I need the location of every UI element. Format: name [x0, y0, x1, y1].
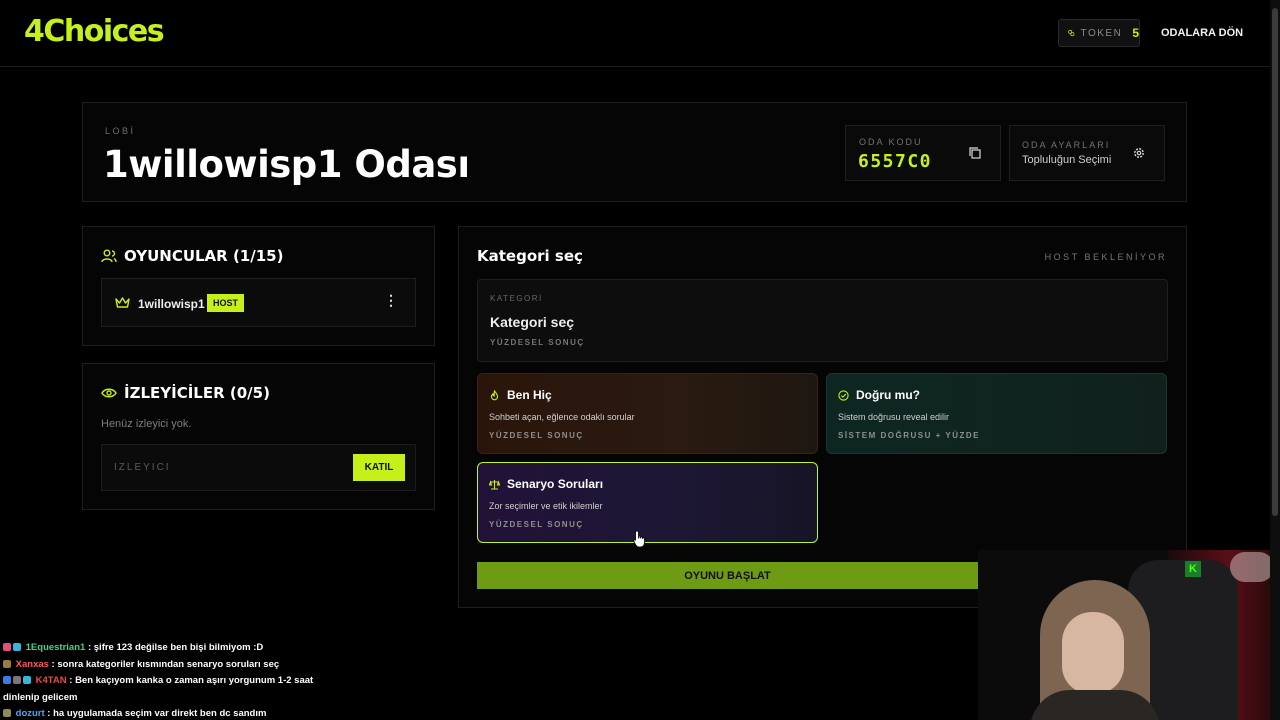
scales-icon	[489, 479, 500, 490]
streamer-face	[1062, 612, 1124, 694]
watcher-name-input[interactable]	[102, 445, 342, 490]
room-code-label: ODA KODU	[859, 137, 923, 147]
top-navbar: 4Choices TOKEN 5 ODALARA DÖN	[0, 0, 1270, 67]
token-label: TOKEN	[1080, 27, 1123, 39]
lobby-header: LOBİ 1willowisp1 Odası ODA KODU 6557C0 O…	[82, 102, 1187, 202]
option-tag: YÜZDESEL SONUÇ	[489, 431, 584, 440]
player-row[interactable]: 1willowisp1 HOST ⋮	[101, 278, 416, 327]
room-code-value: 6557C0	[858, 151, 933, 172]
option-description: Sohbeti açan, eğlence odaklı sorular	[489, 412, 635, 422]
chat-message: Xanxas : sonra kategoriler kısmından sen…	[3, 657, 343, 674]
room-code-box: ODA KODU 6557C0	[845, 125, 1001, 181]
selected-category-sub: YÜZDESEL SONUÇ	[490, 338, 585, 347]
chat-text: sonra kategoriler kısmından senaryo soru…	[57, 658, 280, 670]
chat-badge-icon	[13, 676, 21, 684]
players-title: OYUNCULAR (1/15)	[101, 247, 283, 265]
chat-badge-icon	[3, 709, 11, 717]
chat-message: K4TAN : Ben kaçıyom kanka o zaman aşırı …	[3, 675, 314, 703]
option-description: Zor seçimler ve etik ikilemler	[489, 501, 603, 511]
app-logo[interactable]: 4Choices	[24, 14, 165, 49]
chat-message: 1Equestrian1 : şifre 123 değilse ben biş…	[3, 640, 343, 657]
category-option-senaryo-sorulari[interactable]: Senaryo Soruları Zor seçimler ve etik ik…	[477, 462, 818, 543]
selected-category-label: KATEGORİ	[490, 294, 543, 303]
category-option-dogru-mu[interactable]: Doğru mu? Sistem doğrusu reveal edilir S…	[826, 373, 1167, 454]
join-button[interactable]: KATIL	[353, 454, 405, 481]
check-circle-icon	[838, 389, 849, 401]
chat-badge-icon	[13, 643, 21, 651]
eye-icon	[101, 388, 117, 398]
chat-username: K4TAN	[35, 675, 67, 686]
scrollbar-thumb[interactable]	[1272, 8, 1278, 516]
chat-username: Xanxas	[15, 658, 49, 670]
chat-username: dozurt	[15, 708, 45, 719]
host-badge: HOST	[207, 294, 245, 312]
chat-text: ha uygulamada seçim var direkt ben dc sa…	[53, 708, 267, 719]
chat-badge-icon	[3, 643, 11, 651]
start-game-button[interactable]: OYUNU BAŞLAT	[477, 562, 978, 589]
stream-chat-overlay: 1Equestrian1 : şifre 123 değilse ben biş…	[3, 640, 343, 720]
users-icon	[101, 249, 117, 263]
option-title: Doğru mu?	[856, 388, 920, 402]
player-name: 1willowisp1	[138, 297, 205, 311]
selected-category-value: Kategori seç	[490, 314, 575, 330]
hand-cursor-icon	[633, 530, 645, 548]
webcam-overlay: K	[978, 550, 1270, 720]
option-title-row: Doğru mu?	[838, 388, 920, 402]
token-counter[interactable]: TOKEN 5	[1058, 19, 1140, 47]
crown-icon	[115, 297, 130, 308]
watchers-panel: İZLEYİCİLER (0/5) Henüz izleyici yok. KA…	[82, 363, 435, 510]
more-options-icon[interactable]: ⋮	[384, 292, 398, 309]
token-icon	[1068, 29, 1075, 37]
room-settings-label: ODA AYARLARI	[1022, 140, 1111, 150]
option-description: Sistem doğrusu reveal edilir	[838, 412, 950, 422]
page-scrollbar[interactable]	[1270, 0, 1280, 720]
chat-badge-icon	[23, 676, 31, 684]
watchers-title: İZLEYİCİLER (0/5)	[101, 384, 270, 402]
chat-text: şifre 123 değilse ben bişi bilmiyom :D	[93, 642, 264, 653]
back-to-rooms-link[interactable]: ODALARA DÖN	[1161, 27, 1243, 39]
chat-badge-icon	[3, 659, 11, 668]
room-title: 1willowisp1 Odası	[103, 143, 470, 186]
category-title: Kategori seç	[477, 247, 583, 265]
kick-logo-icon: K	[1185, 561, 1201, 577]
flame-icon	[490, 389, 499, 400]
gear-icon[interactable]	[1132, 146, 1146, 160]
option-tag: SİSTEM DOĞRUSU + YÜZDE	[838, 431, 980, 440]
room-settings-box: ODA AYARLARI Topluluğun Seçimi	[1009, 125, 1165, 181]
lamp	[1230, 552, 1270, 582]
players-title-text: OYUNCULAR (1/15)	[124, 247, 284, 265]
token-count: 5	[1132, 26, 1139, 40]
room-settings-value: Topluluğun Seçimi	[1022, 154, 1112, 166]
option-title: Ben Hiç	[507, 388, 552, 402]
option-title-row: Ben Hiç	[489, 388, 552, 402]
selected-category-card[interactable]: KATEGORİ Kategori seç YÜZDESEL SONUÇ	[477, 279, 1168, 362]
players-panel: OYUNCULAR (1/15) 1willowisp1 HOST ⋮	[82, 226, 435, 346]
watcher-input-group: KATIL	[101, 444, 416, 491]
chat-username: 1Equestrian1	[25, 642, 86, 653]
lobby-label: LOBİ	[105, 126, 136, 136]
copy-icon[interactable]	[968, 146, 982, 160]
option-title: Senaryo Soruları	[507, 477, 604, 491]
option-tag: YÜZDESEL SONUÇ	[489, 520, 584, 529]
option-title-row: Senaryo Soruları	[489, 477, 603, 491]
category-option-ben-hic[interactable]: Ben Hiç Sohbeti açan, eğlence odaklı sor…	[477, 373, 818, 454]
no-watchers-text: Henüz izleyici yok.	[101, 418, 192, 430]
host-waiting-status: HOST BEKLENİYOR	[1044, 252, 1167, 262]
chat-badge-icon	[3, 676, 11, 684]
watchers-title-text: İZLEYİCİLER (0/5)	[124, 384, 270, 402]
chat-message: dozurt : ha uygulamada seçim var direkt …	[3, 706, 343, 720]
